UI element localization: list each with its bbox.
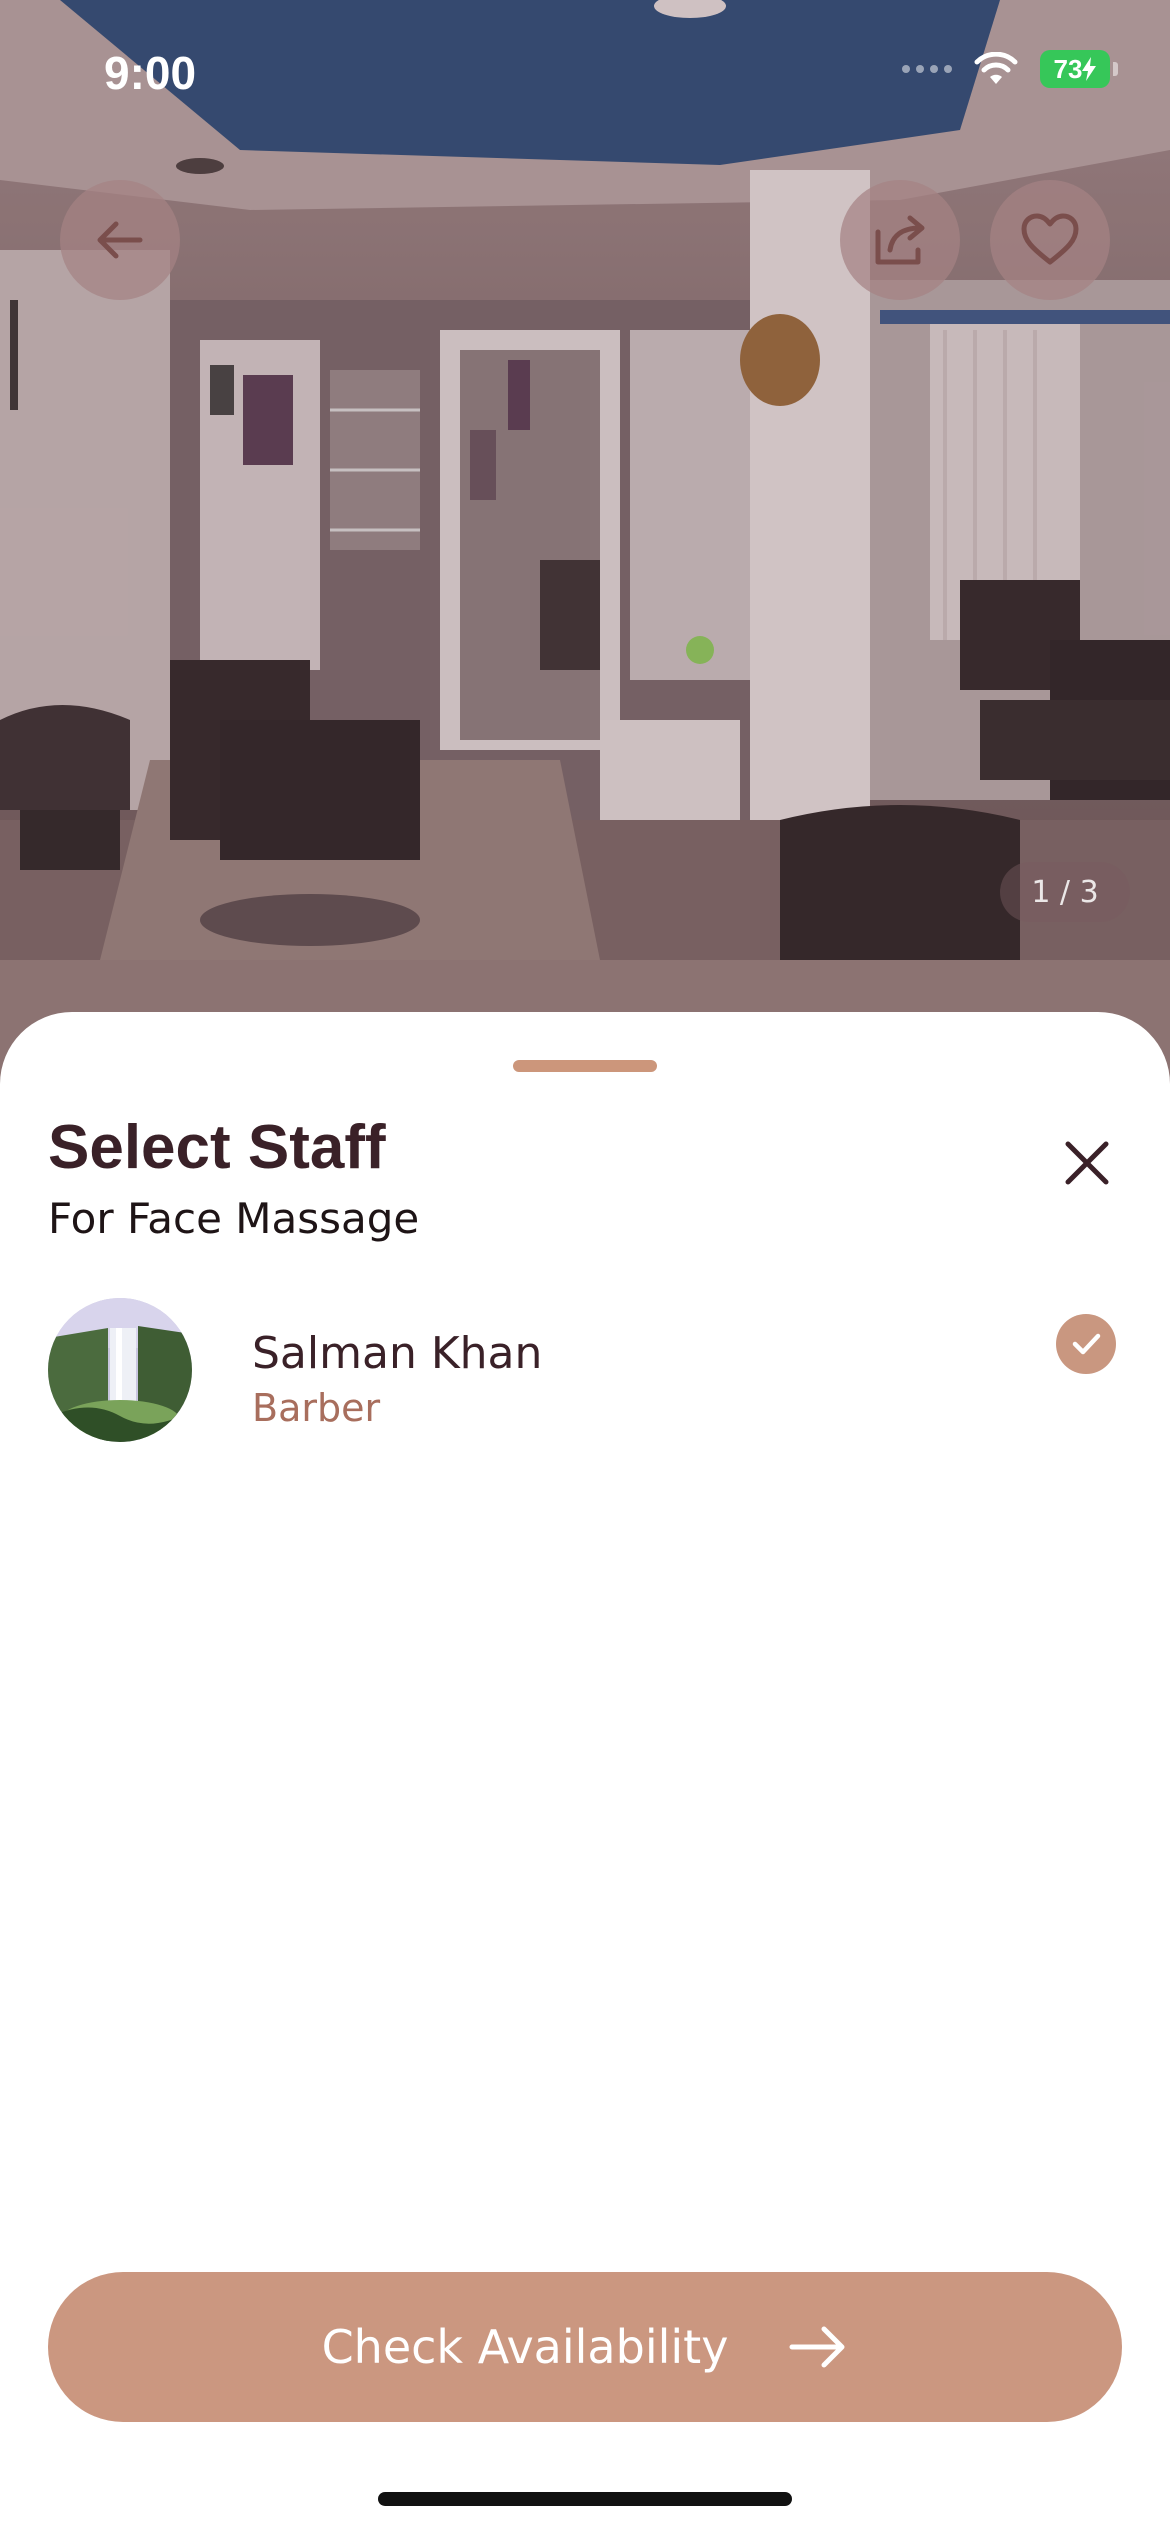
home-indicator[interactable] (378, 2492, 792, 2506)
wifi-icon (974, 52, 1018, 84)
staff-role: Barber (252, 1386, 381, 1430)
gallery-counter: 1 / 3 (1000, 862, 1130, 922)
salon-photo[interactable] (0, 0, 1170, 960)
back-button[interactable] (60, 180, 180, 300)
select-staff-sheet: Select Staff For Face Massage Salman Kha… (0, 1012, 1170, 2532)
staff-avatar (48, 1298, 192, 1442)
battery-indicator: 73 (1040, 50, 1118, 88)
status-time: 9:00 (104, 47, 197, 99)
check-availability-button[interactable]: Check Availability (48, 2272, 1122, 2422)
check-availability-label: Check Availability (321, 2320, 729, 2374)
charging-bolt-icon (1082, 57, 1097, 81)
sheet-grabber[interactable] (513, 1060, 657, 1072)
close-icon (1065, 1141, 1109, 1185)
arrow-right-icon (789, 2326, 845, 2368)
favorite-button[interactable] (990, 180, 1110, 300)
share-button[interactable] (840, 180, 960, 300)
sheet-title: Select Staff (48, 1113, 386, 1182)
staff-name: Salman Khan (252, 1328, 543, 1379)
selected-check-icon[interactable] (1056, 1314, 1116, 1374)
share-icon (875, 215, 925, 265)
cellular-icon (902, 65, 952, 73)
close-button[interactable] (1040, 1116, 1134, 1210)
status-icons: 73 (902, 50, 1118, 88)
arrow-left-icon (97, 221, 143, 259)
staff-list-item[interactable]: Salman Khan Barber (48, 1298, 1122, 1448)
sheet-subtitle: For Face Massage (48, 1194, 420, 1243)
battery-level: 73 (1053, 53, 1083, 84)
heart-icon (1021, 213, 1079, 265)
